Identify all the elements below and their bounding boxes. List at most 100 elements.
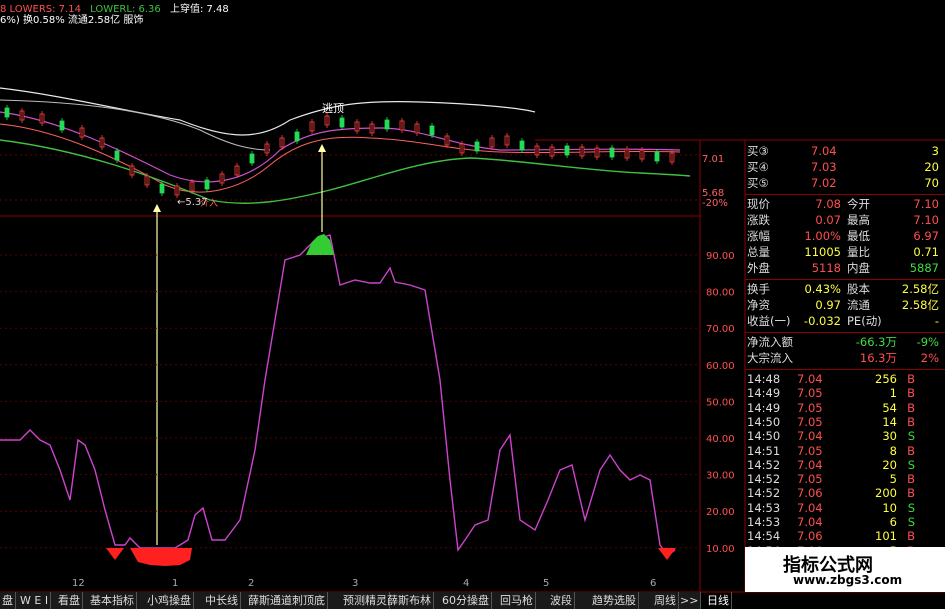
indicator-y-label: 40.00	[706, 434, 735, 445]
upper-white-long	[0, 99, 271, 151]
tab-0[interactable]: 盘	[0, 592, 16, 609]
bid-row: 买④ 7.03 20	[745, 160, 945, 175]
stat-label: 流通	[847, 298, 870, 312]
tick-direction: B	[907, 529, 915, 544]
tick-volume: 101	[875, 529, 897, 544]
indicator-y-label: 10.00	[706, 544, 735, 555]
stat-row: 收益(一) -0.032 PE(动) -	[745, 314, 945, 329]
tab-11[interactable]: 波段	[548, 592, 575, 609]
indicator-tabs: 盘W E I 看盘 基本指标 小鸡操盘 中长线 薛斯通道刺顶底 预测精灵 薛斯布林 60分操盘回…	[0, 592, 732, 609]
tick-price: 7.05	[797, 400, 823, 415]
tick-time: 14:49	[747, 400, 781, 415]
quote-label: 外盘	[747, 261, 770, 275]
tick-volume: 200	[875, 486, 897, 501]
flow-pct: -9%	[916, 335, 939, 349]
tick-price: 7.05	[797, 386, 823, 401]
tab-12[interactable]: 趋势选股	[590, 592, 639, 609]
flow-label: 大宗流入	[747, 351, 793, 365]
quote-row: 总量 11005 量比 0.71	[745, 245, 945, 260]
tab-1[interactable]: W E I	[18, 592, 52, 609]
tick-time: 14:52	[747, 472, 781, 487]
stat-value: 2.58亿	[901, 282, 939, 296]
header-cross: 上穿值: 7.48	[169, 4, 229, 15]
bid-price: 7.04	[811, 144, 837, 158]
tick-price: 7.05	[797, 443, 823, 458]
indicator-y-label: 70.00	[706, 324, 735, 335]
tick-direction: S	[907, 457, 915, 472]
flow-row: 净流入额 -66.3万 -9%	[745, 335, 945, 350]
tab-4[interactable]: 小鸡操盘	[145, 592, 194, 609]
tick-price: 7.05	[797, 414, 823, 429]
tab-6[interactable]: 薛斯通道刺顶底	[246, 592, 328, 609]
quote-value: 7.10	[913, 213, 939, 227]
price-label-701: 7.01	[702, 154, 724, 165]
tab-2[interactable]: 看盘	[56, 592, 83, 609]
flow-label: 净流入额	[747, 335, 793, 349]
tick-price: 7.04	[797, 372, 823, 386]
quote-value: 11005	[804, 245, 841, 259]
tab-8[interactable]: 薛斯布林	[385, 592, 434, 609]
bid-row: 买③ 7.04 3	[745, 144, 945, 159]
stat-row: 换手 0.43% 股本 2.58亿	[745, 282, 945, 297]
tick-time: 14:53	[747, 500, 781, 515]
tick-time: 14:52	[747, 457, 781, 472]
bid-label: 买③	[747, 144, 769, 158]
tick-price: 7.04	[797, 429, 823, 444]
tab-5[interactable]: 中长线	[203, 592, 241, 609]
top-label: 逃顶	[322, 102, 344, 115]
tick-volume: 30	[882, 429, 897, 444]
price-label-pct: -20%	[702, 198, 728, 209]
tick-direction: S	[907, 429, 915, 444]
header-line-2: 6%) 换0.58% 流通2.58亿 服饰	[0, 11, 143, 26]
quote-label: 涨跌	[747, 213, 770, 227]
tick-price: 7.04	[797, 457, 823, 472]
bid-label: 买⑤	[747, 176, 769, 190]
tab-13[interactable]: 周线	[652, 592, 679, 609]
tick-price: 7.04	[797, 515, 823, 529]
tick-volume: 8	[889, 443, 897, 458]
tick-row: 14:48 7.04 256 B	[745, 372, 945, 387]
tab-14[interactable]: >>	[678, 592, 702, 609]
bid-price: 7.02	[811, 176, 837, 190]
quote-label: 现价	[747, 197, 770, 211]
stat-value: 0.97	[815, 298, 841, 312]
tick-direction: B	[907, 400, 915, 415]
tick-volume: 10	[882, 500, 897, 515]
tick-volume: 14	[882, 414, 897, 429]
quote-row: 涨跌 0.07 最高 7.10	[745, 213, 945, 228]
tick-volume: 54	[882, 400, 897, 415]
indicator-y-label: 60.00	[706, 361, 735, 372]
indicator-y-label: 50.00	[706, 397, 735, 408]
quote-row: 外盘 5118 内盘 5887	[745, 261, 945, 276]
stat-value: -0.032	[803, 314, 841, 328]
tick-direction: B	[907, 472, 915, 487]
quote-value: 5887	[909, 261, 939, 275]
tab-3[interactable]: 基本指标	[88, 592, 137, 609]
tick-volume: 6	[889, 515, 897, 529]
tab-9[interactable]: 60分操盘	[440, 592, 492, 609]
tick-time: 14:52	[747, 486, 781, 501]
panel-divider	[745, 369, 945, 370]
tick-direction: S	[907, 500, 915, 515]
quote-value: 6.97	[913, 229, 939, 243]
tick-row: 14:51 7.05 8 B	[745, 444, 945, 459]
tick-price: 7.05	[797, 472, 823, 487]
tick-price: 7.06	[797, 529, 823, 544]
indicator-y-label: 20.00	[706, 507, 735, 518]
tick-direction: B	[907, 486, 915, 501]
tick-row: 14:49 7.05 1 B	[745, 386, 945, 401]
tick-row: 14:52 7.05 5 B	[745, 472, 945, 487]
quote-label: 今开	[847, 197, 870, 211]
tab-10[interactable]: 回马枪	[498, 592, 536, 609]
quote-value: 5118	[811, 261, 841, 275]
tab-15[interactable]: 日线	[705, 592, 732, 609]
upper-red-band	[0, 123, 681, 193]
stat-row: 净资 0.97 流通 2.58亿	[745, 298, 945, 313]
tick-volume: 5	[889, 472, 897, 487]
tick-row: 14:52 7.04 20 S	[745, 458, 945, 473]
tick-row: 14:49 7.05 54 B	[745, 401, 945, 416]
quote-value: 7.10	[913, 197, 939, 211]
tab-7[interactable]: 预测精灵	[341, 592, 390, 609]
bottom-signal-2	[130, 548, 192, 566]
bid-label: 买④	[747, 160, 769, 174]
